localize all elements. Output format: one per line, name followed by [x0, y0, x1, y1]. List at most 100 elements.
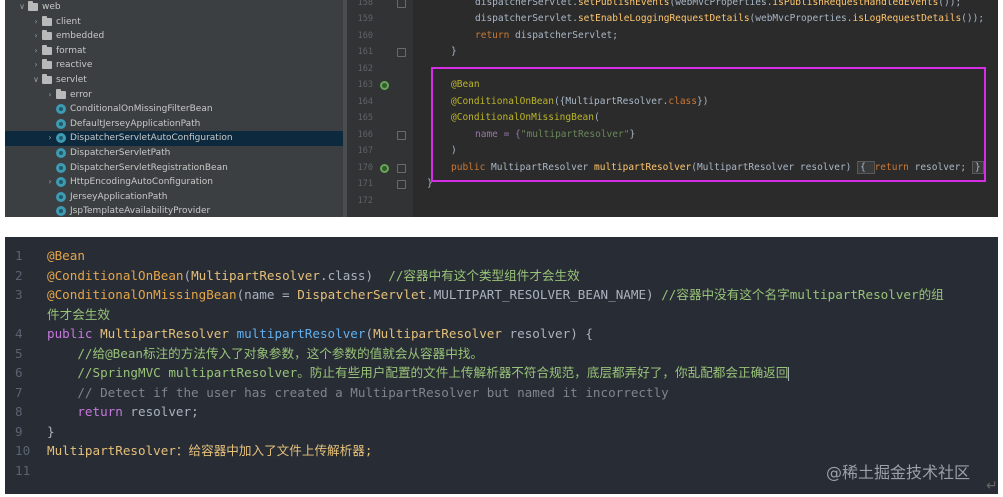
- tree-item[interactable]: › client: [5, 15, 345, 30]
- tree-item[interactable]: ConditionalOnMissingFilterBean: [5, 102, 345, 117]
- tree-item[interactable]: ∨ servlet: [5, 73, 345, 88]
- tree-item[interactable]: DefaultJerseyApplicationPath: [5, 117, 345, 132]
- code-text: @ConditionalOnMissingBean(name = Dispatc…: [47, 285, 944, 305]
- code-token: dispatcherServlet.: [475, 13, 578, 24]
- code-token: MultipartResolver: [373, 326, 502, 341]
- code-token: ：给容器中加入了文件上传解析器;: [175, 443, 373, 458]
- tree-item[interactable]: ∨ web: [5, 0, 345, 15]
- code-token: .class): [319, 267, 389, 283]
- chevron-right-icon[interactable]: ›: [45, 88, 55, 103]
- code-token: MultipartResolver: [47, 443, 176, 458]
- spring-bean-icon[interactable]: [380, 81, 389, 90]
- code-token: //容器中没有这个名字multipartResolver的组: [661, 287, 944, 302]
- chevron-right-icon[interactable]: ›: [45, 131, 55, 146]
- tree-item[interactable]: DispatcherServletRegistrationBean: [5, 161, 345, 176]
- code-text: 件才会生效: [47, 305, 110, 325]
- code-token: ());: [938, 0, 962, 8]
- code-text: @ConditionalOnBean(MultipartResolver.cla…: [47, 266, 580, 286]
- folder-icon: [28, 1, 38, 11]
- fold-marker-icon[interactable]: [397, 180, 406, 189]
- code-token: MultipartResolver: [100, 326, 237, 341]
- code-token: //SpringMVC multipartResolver。防止有些用户配置的文…: [47, 365, 789, 380]
- code-token: isLogRequestDetails: [852, 13, 962, 24]
- folder-icon: [42, 15, 52, 26]
- tree-item-label: format: [56, 45, 87, 56]
- line-number: 4: [15, 326, 23, 341]
- code-token: }: [47, 423, 55, 439]
- line-number: 170: [357, 162, 373, 173]
- line-number: 167: [357, 146, 373, 156]
- code-line: 3 @ConditionalOnMissingBean(name = Dispat…: [5, 285, 998, 305]
- code-token: @Bean: [47, 248, 85, 263]
- fold-marker-icon[interactable]: [397, 130, 406, 140]
- code-snippet-block: 1 @Bean 2 @ConditionalOnBean(MultipartResol…: [5, 237, 998, 494]
- line-number: 165: [357, 113, 373, 123]
- code-token: MultipartResolver: [191, 267, 320, 283]
- tree-item[interactable]: › DispatcherServletAutoConfiguration: [5, 131, 345, 146]
- code-line: 7 // Detect if the user has created a Mu…: [5, 383, 998, 403]
- tree-item[interactable]: › format: [5, 44, 345, 59]
- line-number: 6: [15, 365, 23, 380]
- chevron-down-icon[interactable]: ∨: [31, 73, 41, 88]
- class-icon: [56, 177, 66, 188]
- text-cursor: [788, 366, 790, 381]
- chevron-right-icon[interactable]: ›: [45, 175, 55, 190]
- tree-item[interactable]: JspTemplateAvailabilityProvider: [5, 204, 345, 217]
- tree-item[interactable]: › reactive: [5, 58, 345, 73]
- tree-item-label: web: [42, 2, 61, 12]
- class-icon: [56, 206, 66, 217]
- folder-icon: [56, 88, 66, 99]
- code-token: (: [183, 267, 192, 283]
- tree-item-label: embedded: [56, 31, 105, 42]
- tree-item[interactable]: › HttpEncodingAutoConfiguration: [5, 175, 345, 190]
- tree-item[interactable]: › error: [5, 88, 345, 103]
- chevron-right-icon[interactable]: ›: [31, 29, 41, 44]
- line-number: 158: [357, 0, 373, 8]
- code-line: return dispatcherServlet;: [475, 28, 618, 45]
- project-tree[interactable]: ∨ web › client › embedded › format › reactive ∨ ser…: [5, 0, 345, 217]
- line-number: 164: [357, 96, 373, 107]
- spring-bean-icon[interactable]: [380, 163, 389, 173]
- line-number: 2: [15, 267, 23, 283]
- line-number: 9: [15, 423, 23, 439]
- code-line: 8 return resolver;: [5, 402, 998, 422]
- code-line: 4 public MultipartResolver multipartResol…: [5, 324, 998, 344]
- line-number: 7: [15, 384, 23, 400]
- tree-item[interactable]: DispatcherServletPath: [5, 146, 345, 161]
- code-token: isPublishRequestHandledEvents: [772, 0, 939, 8]
- line-number: 8: [15, 404, 23, 419]
- fold-marker-icon[interactable]: [397, 163, 406, 173]
- code-token: dispatcherServlet;: [515, 29, 618, 41]
- code-line: 1 @Bean: [5, 246, 998, 266]
- tree-item-label: reactive: [56, 60, 93, 71]
- chevron-right-icon[interactable]: ›: [31, 15, 41, 30]
- code-token: }: [451, 46, 457, 57]
- fold-marker-icon[interactable]: [397, 0, 406, 8]
- chevron-right-icon[interactable]: ›: [31, 44, 41, 59]
- class-icon: [56, 148, 66, 158]
- editor-gutter: 158 159 160 161 162 163 164 165 166 167 170 171 172: [347, 0, 413, 217]
- code-token: return: [77, 404, 131, 419]
- code-text: //给@Bean标注的方法传入了对象参数，这个参数的值就会从容器中找。: [47, 344, 483, 364]
- folder-icon: [42, 74, 52, 84]
- chevron-down-icon[interactable]: ∨: [17, 0, 27, 15]
- chevron-right-icon[interactable]: ›: [31, 58, 41, 73]
- code-token: // Detect if the user has created a Mult…: [47, 384, 669, 400]
- code-line: 9}: [5, 422, 998, 442]
- tree-item[interactable]: › embedded: [5, 29, 345, 44]
- code-token: setEnableLoggingRequestDetails: [577, 13, 750, 24]
- line-number: 10: [15, 443, 31, 458]
- tree-item[interactable]: JerseyApplicationPath: [5, 190, 345, 205]
- folder-icon: [42, 59, 52, 70]
- code-token: setPublishEvents: [577, 0, 670, 8]
- code-token: resolver;: [130, 404, 199, 419]
- watermark: @稀土掘金技术社区: [826, 463, 971, 482]
- fold-marker-icon[interactable]: [397, 48, 406, 57]
- code-line: 6 //SpringMVC multipartResolver。防止有些用户配置…: [5, 363, 998, 383]
- code-line: 5 //给@Bean标注的方法传入了对象参数，这个参数的值就会从容器中找。: [5, 344, 998, 364]
- code-token: 件才会生效: [47, 306, 110, 322]
- class-icon: [56, 162, 66, 173]
- line-number: 159: [357, 14, 373, 24]
- tree-item-label: error: [70, 89, 92, 100]
